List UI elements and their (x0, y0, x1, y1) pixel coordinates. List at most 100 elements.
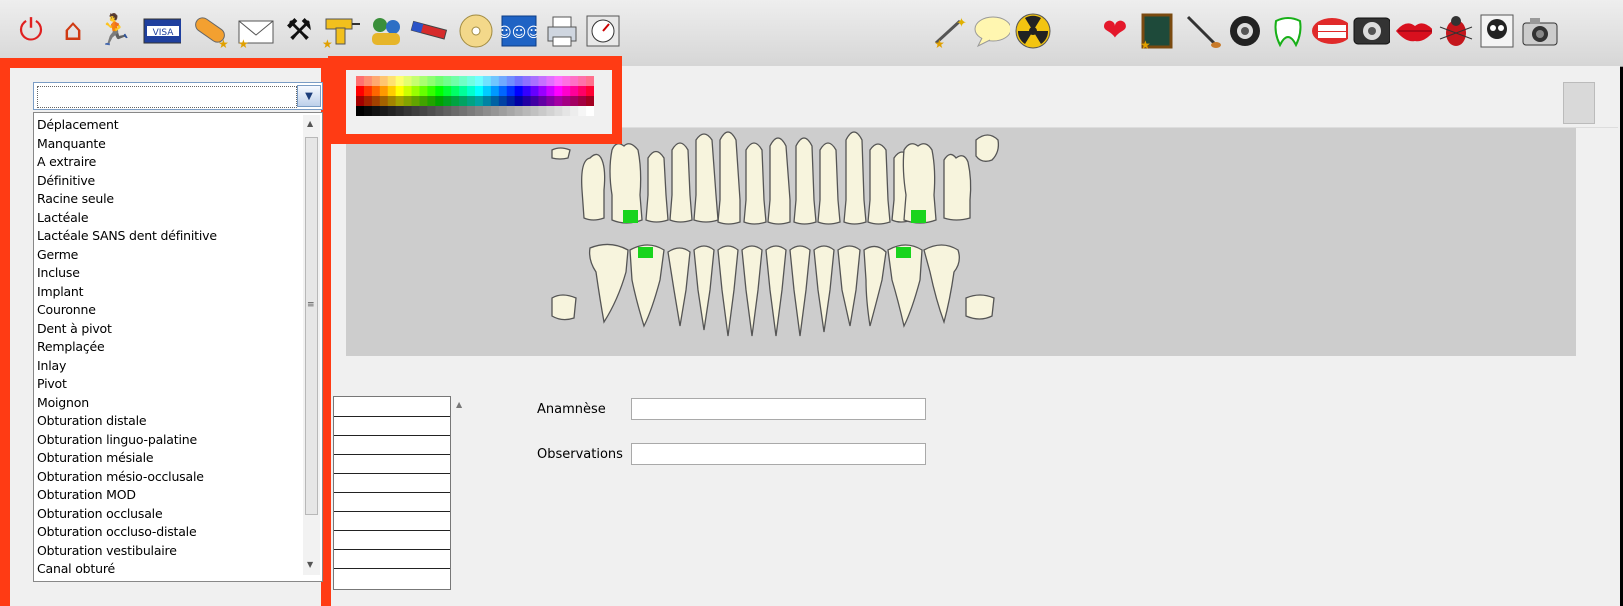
color-swatch[interactable] (586, 106, 594, 116)
color-swatch[interactable] (356, 86, 365, 97)
color-swatch[interactable] (356, 106, 365, 116)
color-swatch[interactable] (538, 76, 547, 87)
color-swatch[interactable] (371, 86, 381, 97)
color-swatch[interactable] (379, 86, 389, 97)
dental-chart[interactable] (346, 128, 1576, 356)
color-swatch[interactable] (586, 96, 594, 107)
home-icon[interactable]: ⌂ (54, 10, 92, 52)
chevron-down-icon[interactable]: ▼ (297, 85, 321, 107)
color-swatch[interactable] (562, 76, 571, 87)
radiation-icon[interactable] (1014, 10, 1052, 52)
table-row[interactable] (334, 530, 450, 531)
list-item[interactable]: Inlay (37, 356, 66, 375)
color-swatch[interactable] (435, 86, 444, 97)
color-swatch[interactable] (546, 96, 555, 107)
color-swatch[interactable] (514, 106, 524, 116)
color-swatch[interactable] (411, 96, 420, 107)
color-swatch[interactable] (522, 86, 532, 97)
list-item[interactable]: Pivot (37, 374, 67, 393)
color-swatch[interactable] (514, 76, 524, 87)
color-swatch[interactable] (578, 86, 587, 97)
color-swatch[interactable] (498, 96, 508, 107)
color-swatch[interactable] (522, 106, 532, 116)
color-swatch[interactable] (379, 96, 389, 107)
color-swatch[interactable] (570, 86, 579, 97)
list-item[interactable]: Obturation occluso-distale (37, 522, 197, 541)
list-item[interactable]: Obturation mésio-occlusale (37, 467, 204, 486)
group-icon[interactable]: ☺☺☺ (500, 10, 538, 52)
color-swatch[interactable] (506, 76, 516, 87)
color-swatch[interactable] (387, 86, 397, 97)
color-swatch[interactable] (419, 86, 428, 97)
color-swatch[interactable] (538, 96, 547, 107)
list-item[interactable]: Lactéale (37, 208, 89, 227)
list-item[interactable]: Déplacement (37, 115, 119, 134)
color-swatch[interactable] (387, 96, 397, 107)
color-swatch[interactable] (522, 96, 532, 107)
color-swatch[interactable] (570, 96, 579, 107)
color-swatch[interactable] (395, 106, 405, 116)
color-swatch[interactable] (554, 76, 563, 87)
list-item[interactable]: Couronne (37, 300, 96, 319)
color-swatch[interactable] (411, 76, 420, 87)
color-swatch[interactable] (506, 106, 516, 116)
list-item[interactable]: Remplaçée (37, 337, 105, 356)
color-swatch[interactable] (482, 76, 492, 87)
dropdown-options-list[interactable]: ▲ ≡ ▼ Déplacement Manquante A extraire Défi… (33, 112, 323, 582)
table-row[interactable] (334, 435, 450, 436)
anamnese-field[interactable] (631, 398, 926, 420)
speech-bubble-icon[interactable] (972, 10, 1010, 52)
color-swatch[interactable] (475, 76, 484, 87)
color-swatch[interactable] (387, 106, 397, 116)
color-swatch[interactable] (467, 86, 476, 97)
list-item[interactable]: Obturation distale (37, 411, 147, 430)
color-swatch[interactable] (387, 76, 397, 87)
worker-icon[interactable]: ⚒ (280, 10, 318, 52)
color-swatch[interactable] (435, 96, 444, 107)
color-swatch[interactable] (498, 86, 508, 97)
color-swatch[interactable] (403, 96, 413, 107)
color-swatch[interactable] (490, 106, 500, 116)
color-swatch[interactable] (546, 106, 555, 116)
color-swatch[interactable] (530, 106, 539, 116)
color-swatch[interactable] (490, 86, 500, 97)
list-item[interactable]: Obturation MOD (37, 485, 136, 504)
color-swatch[interactable] (530, 96, 539, 107)
color-swatch[interactable] (506, 86, 516, 97)
color-swatch[interactable] (459, 76, 468, 87)
color-swatch[interactable] (546, 86, 555, 97)
color-swatch[interactable] (467, 106, 476, 116)
color-swatch[interactable] (562, 86, 571, 97)
color-swatch[interactable] (403, 86, 413, 97)
color-swatch[interactable] (435, 106, 444, 116)
pen-icon[interactable] (410, 10, 448, 52)
color-swatch[interactable] (562, 96, 571, 107)
color-swatch[interactable] (522, 76, 532, 87)
color-swatch[interactable] (578, 96, 587, 107)
color-swatch[interactable] (546, 76, 555, 87)
color-swatch[interactable] (554, 106, 563, 116)
color-swatch[interactable] (530, 76, 539, 87)
color-swatch[interactable] (467, 76, 476, 87)
color-swatch[interactable] (427, 106, 436, 116)
slate-icon[interactable]: ★ (1138, 10, 1176, 52)
color-swatch[interactable] (506, 96, 516, 107)
color-swatch[interactable] (514, 96, 524, 107)
color-swatch[interactable] (419, 76, 428, 87)
color-swatch[interactable] (427, 96, 436, 107)
color-swatch[interactable] (475, 86, 484, 97)
grid-scrollbar[interactable]: ▲ (451, 396, 469, 588)
color-swatch[interactable] (498, 76, 508, 87)
color-swatch[interactable] (443, 96, 452, 107)
table-row[interactable] (334, 473, 450, 474)
color-swatch[interactable] (403, 106, 413, 116)
list-item[interactable]: Implant (37, 282, 84, 301)
color-swatch[interactable] (427, 86, 436, 97)
scroll-up-icon[interactable]: ▲ (307, 119, 313, 128)
observations-field[interactable] (631, 443, 926, 465)
list-item[interactable]: Canal obturé (37, 559, 115, 578)
color-swatch[interactable] (363, 76, 373, 87)
camera-icon[interactable] (1520, 10, 1558, 52)
color-swatch[interactable] (459, 86, 468, 97)
color-swatch[interactable] (371, 96, 381, 107)
